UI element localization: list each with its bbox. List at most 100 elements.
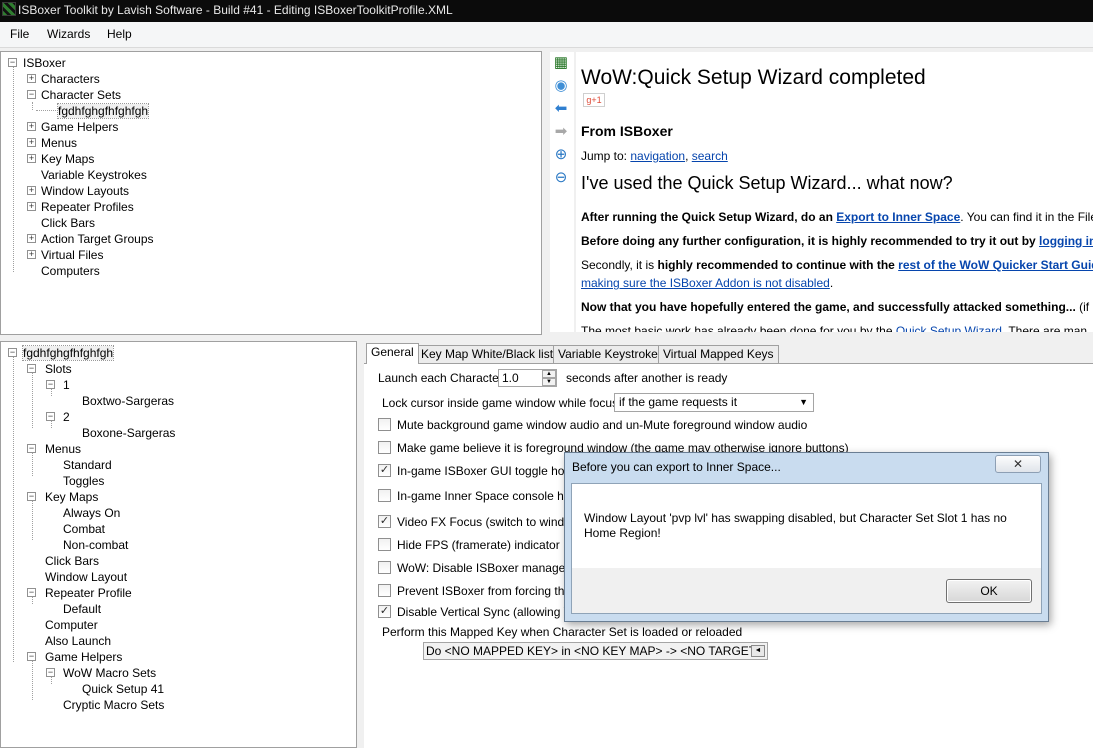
option-checkbox-foreground[interactable] <box>378 441 391 454</box>
expand-icon[interactable]: + <box>27 154 36 163</box>
collapse-icon[interactable]: − <box>27 588 36 597</box>
menu-file[interactable]: File <box>10 27 29 41</box>
tab-general[interactable]: General <box>366 343 419 364</box>
mapped-key-selector[interactable]: Do <NO MAPPED KEY> in <NO KEY MAP> -> <N… <box>423 642 768 660</box>
tree-item-also-launch[interactable]: Also Launch <box>45 634 111 648</box>
expand-icon[interactable]: + <box>27 234 36 243</box>
tree-item-quick-setup-41[interactable]: Quick Setup 41 <box>82 682 164 696</box>
addon-link[interactable]: making sure the ISBoxer Addon is not dis… <box>581 276 830 290</box>
logging-into-link[interactable]: logging into <box>1039 234 1093 248</box>
character-set-tree-pane[interactable]: − fgdhfghgfhfghfgh − Slots − 1 Boxtwo-Sa… <box>0 341 357 748</box>
export-link[interactable]: Export to Inner Space <box>836 210 960 224</box>
expand-icon[interactable]: + <box>27 202 36 211</box>
zoom-out-icon[interactable]: ⊖ <box>552 169 570 187</box>
tree-root-character-set[interactable]: fgdhfghgfhfghfgh <box>21 345 115 361</box>
option-checkbox-hide-fps[interactable] <box>378 538 391 551</box>
tree-item-game-helpers[interactable]: Game Helpers <box>41 120 118 134</box>
tree-item-key-maps[interactable]: Key Maps <box>45 490 98 504</box>
expand-icon[interactable]: + <box>27 122 36 131</box>
tree-item-cryptic-macro-sets[interactable]: Cryptic Macro Sets <box>63 698 164 712</box>
expand-icon[interactable]: − <box>8 58 17 67</box>
wiki-paragraph-3: Secondly, it is highly recommended to co… <box>581 258 1093 272</box>
tree-item-slots[interactable]: Slots <box>45 362 72 376</box>
p3-text: Secondly, it is <box>581 258 658 272</box>
expand-icon[interactable]: + <box>27 186 36 195</box>
google-plus-button[interactable]: g+1 <box>583 93 605 107</box>
tab-variable-keystrokes[interactable]: Variable Keystrokes <box>553 345 669 363</box>
collapse-icon[interactable]: − <box>27 364 36 373</box>
collapse-icon[interactable]: − <box>27 652 36 661</box>
select-icon[interactable]: ◄ <box>751 645 765 657</box>
tree-item-character-set-selected[interactable]: fgdhfghgfhfghfgh <box>56 103 150 119</box>
lock-cursor-select[interactable]: if the game requests it ▼ <box>614 393 814 412</box>
tree-item-click-bars[interactable]: Click Bars <box>41 216 95 230</box>
spin-down-icon[interactable]: ▼ <box>542 378 556 386</box>
option-checkbox-console-hotkey[interactable] <box>378 489 391 502</box>
tree-item-slot-1-character[interactable]: Boxtwo-Sargeras <box>82 394 174 408</box>
speech-bubble-icon[interactable]: ◉ <box>552 77 570 95</box>
tree-item-action-target-groups[interactable]: Action Target Groups <box>41 232 154 246</box>
collapse-icon[interactable]: − <box>46 412 55 421</box>
option-checkbox-gui-hotkey[interactable]: ✓ <box>378 464 391 477</box>
tree-item-key-maps[interactable]: Key Maps <box>41 152 94 166</box>
option-checkbox-mute-audio[interactable] <box>378 418 391 431</box>
tree-item-keymap-combat[interactable]: Combat <box>63 522 105 536</box>
collapse-icon[interactable]: − <box>27 492 36 501</box>
quicker-start-link[interactable]: rest of the WoW Quicker Start Guid <box>898 258 1093 272</box>
menu-help[interactable]: Help <box>107 27 132 41</box>
tree-item-repeater-default[interactable]: Default <box>63 602 101 616</box>
tree-item-repeater-profile[interactable]: Repeater Profile <box>45 586 132 600</box>
collapse-icon[interactable]: − <box>27 444 36 453</box>
jump-navigation-link[interactable]: navigation <box>630 149 685 163</box>
tree-item-characters[interactable]: Characters <box>41 72 100 86</box>
expand-icon[interactable]: + <box>27 250 36 259</box>
tab-virtual-mapped-keys[interactable]: Virtual Mapped Keys <box>658 345 779 363</box>
quick-setup-wizard-link[interactable]: Quick Setup Wizard <box>896 324 1002 332</box>
tree-item-slot-2-character[interactable]: Boxone-Sargeras <box>82 426 175 440</box>
tree-item-slot-2[interactable]: 2 <box>63 410 70 424</box>
tree-item-virtual-files[interactable]: Virtual Files <box>41 248 103 262</box>
spin-up-icon[interactable]: ▲ <box>542 370 556 378</box>
tree-item-slot-1[interactable]: 1 <box>63 378 70 392</box>
tree-item-repeater-profiles[interactable]: Repeater Profiles <box>41 200 134 214</box>
expand-icon[interactable]: + <box>27 138 36 147</box>
collapse-icon[interactable]: − <box>46 668 55 677</box>
zoom-in-icon[interactable]: ⊕ <box>552 146 570 164</box>
tree-item-menus[interactable]: Menus <box>41 136 77 150</box>
tree-item-menu-toggles[interactable]: Toggles <box>63 474 104 488</box>
tree-item-keymap-always-on[interactable]: Always On <box>63 506 120 520</box>
wiki-page-title: WoW:Quick Setup Wizard completed <box>581 66 926 89</box>
dialog-ok-button[interactable]: OK <box>946 579 1032 603</box>
tree-item-menus[interactable]: Menus <box>45 442 81 456</box>
wiki-browser[interactable]: WoW:Quick Setup Wizard completed g+1 Fro… <box>576 52 1093 332</box>
collapse-icon[interactable]: − <box>8 348 17 357</box>
option-checkbox-vsync[interactable]: ✓ <box>378 605 391 618</box>
option-checkbox-prevent-forcing[interactable] <box>378 584 391 597</box>
profile-tree-pane[interactable]: − ISBoxer + Characters − Character Sets … <box>0 51 542 335</box>
dialog-close-button[interactable]: ✕ <box>995 455 1041 473</box>
tab-key-map-lists[interactable]: Key Map White/Black lists <box>416 345 565 363</box>
forward-arrow-icon[interactable]: ➡ <box>552 123 570 141</box>
tree-item-window-layout[interactable]: Window Layout <box>45 570 127 584</box>
grid-icon[interactable]: ▦ <box>552 54 570 72</box>
menu-wizards[interactable]: Wizards <box>47 27 90 41</box>
jump-search-link[interactable]: search <box>692 149 728 163</box>
tree-root-isboxer[interactable]: ISBoxer <box>23 56 66 70</box>
back-arrow-icon[interactable]: ⬅ <box>552 100 570 118</box>
collapse-icon[interactable]: − <box>46 380 55 389</box>
tree-item-computers[interactable]: Computers <box>41 264 100 278</box>
tree-item-game-helpers[interactable]: Game Helpers <box>45 650 122 664</box>
tree-item-wow-macro-sets[interactable]: WoW Macro Sets <box>63 666 156 680</box>
option-checkbox-wow-disable[interactable] <box>378 561 391 574</box>
option-checkbox-video-fx[interactable]: ✓ <box>378 515 391 528</box>
tree-item-variable-keystrokes[interactable]: Variable Keystrokes <box>41 168 147 182</box>
tree-item-click-bars[interactable]: Click Bars <box>45 554 99 568</box>
tree-item-menu-standard[interactable]: Standard <box>63 458 112 472</box>
collapse-icon[interactable]: − <box>27 90 36 99</box>
tree-item-computer[interactable]: Computer <box>45 618 98 632</box>
tree-item-character-sets[interactable]: Character Sets <box>41 88 121 102</box>
tree-item-window-layouts[interactable]: Window Layouts <box>41 184 129 198</box>
expand-icon[interactable]: + <box>27 74 36 83</box>
option-label-vsync: Disable Vertical Sync (allowing V-S <box>397 605 584 619</box>
tree-item-keymap-non-combat[interactable]: Non-combat <box>63 538 128 552</box>
